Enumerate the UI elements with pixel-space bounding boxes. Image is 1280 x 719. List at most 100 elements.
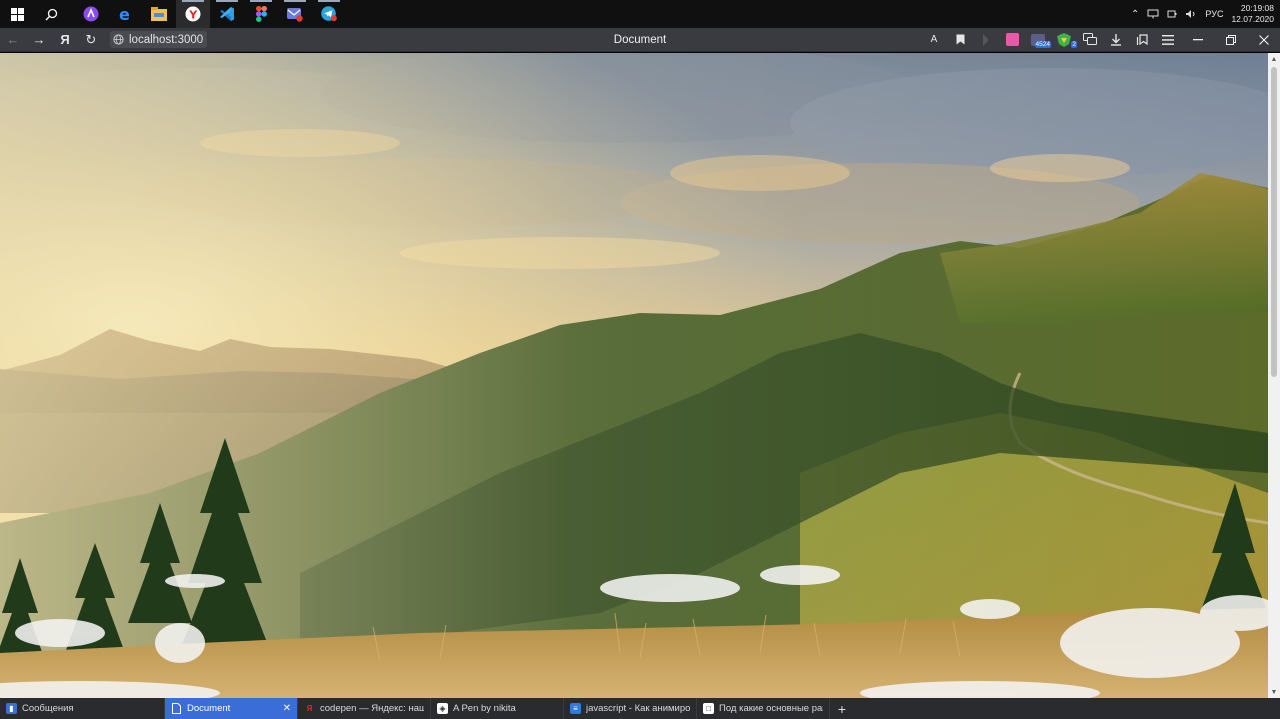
bookmark-icon — [956, 34, 964, 45]
scroll-down-icon[interactable]: ▼ — [1268, 686, 1280, 698]
taskbar-vscode-button[interactable] — [210, 0, 244, 28]
tab-title: Document — [187, 703, 231, 714]
restore-button[interactable] — [1214, 28, 1247, 52]
taskbar-edge-button[interactable]: e — [108, 0, 142, 28]
mail-icon — [287, 7, 303, 22]
figma-icon — [255, 6, 267, 22]
page-title: Document — [613, 33, 667, 46]
collections-button[interactable] — [1129, 28, 1155, 52]
arrow-left-icon: ← — [6, 32, 20, 47]
back-button[interactable]: ← — [0, 28, 26, 52]
tab-document[interactable]: Document ✕ — [165, 698, 298, 719]
document-icon — [171, 703, 182, 714]
extension-color-button[interactable] — [999, 28, 1025, 52]
tab-other-page[interactable]: □ Под какие основные раз — [697, 698, 830, 719]
chat-button[interactable] — [1077, 28, 1103, 52]
extension-counter-button[interactable]: 4524 — [1025, 28, 1051, 52]
close-window-button[interactable] — [1247, 28, 1280, 52]
plus-icon: + — [837, 700, 847, 717]
tray-clock[interactable]: 20:19:08 12.07.2020 — [1231, 3, 1274, 25]
hamburger-menu-icon — [1162, 34, 1174, 45]
yandex-logo-icon: Я — [60, 32, 70, 47]
scroll-up-icon[interactable]: ▲ — [1268, 53, 1280, 65]
windows-logo-icon — [10, 7, 24, 21]
tab-codepen-search[interactable]: Я codepen — Яндекс: нашло — [298, 698, 431, 719]
address-bar[interactable]: localhost:3000 — [110, 31, 208, 48]
taskbar-telegram-button[interactable] — [312, 0, 346, 28]
menu-button[interactable] — [1155, 28, 1181, 52]
stackoverflow-icon: ≡ — [570, 703, 581, 714]
system-tray: ⌃ РУС 20:19:08 12.07.2020 — [1131, 0, 1280, 28]
yandex-home-button[interactable]: Я — [52, 28, 78, 52]
extension-vpn-button[interactable]: 2 — [1051, 28, 1077, 52]
tab-messages[interactable]: ▮ Сообщения — [0, 698, 165, 719]
extension-badge: 4524 — [1034, 40, 1051, 48]
alice-assistant-icon — [83, 6, 99, 22]
yandex-icon: Я — [306, 704, 313, 713]
telegram-icon — [321, 6, 337, 22]
battery-icon[interactable] — [1167, 9, 1177, 19]
svg-text:Y: Y — [188, 9, 198, 22]
chevron-right-icon — [983, 33, 989, 46]
taskbar-yandex-browser-button[interactable]: Y — [176, 0, 210, 28]
windows-taskbar: e Y ⌃ РУС 20:19:08 12.07.2020 — [0, 0, 1280, 28]
tray-time: 20:19:08 — [1240, 3, 1274, 13]
toolbar-right: A 4524 2 — [921, 28, 1280, 52]
search-icon — [45, 8, 57, 20]
reload-button[interactable]: ↻ — [78, 28, 104, 52]
messages-icon: ▮ — [6, 703, 17, 714]
browser-tab-strip: ▮ Сообщения Document ✕ Я codepen — Яндек… — [0, 698, 1280, 719]
yandex-browser-icon: Y — [185, 6, 201, 22]
downloads-button[interactable] — [1103, 28, 1129, 52]
restore-icon — [1225, 34, 1236, 45]
volume-icon[interactable] — [1185, 9, 1197, 19]
tab-stackoverflow[interactable]: ≡ javascript - Как анимирова — [564, 698, 697, 719]
chat-icon — [1083, 33, 1097, 45]
tab-title: A Pen by nikita — [453, 703, 516, 714]
collections-icon — [1136, 33, 1148, 45]
taskbar-search-button[interactable] — [34, 0, 68, 28]
taskbar-alice-button[interactable] — [74, 0, 108, 28]
landscape-background-image — [0, 53, 1268, 698]
network-icon[interactable] — [1147, 9, 1159, 19]
tray-expand-icon[interactable]: ⌃ — [1131, 9, 1139, 20]
close-tab-icon[interactable]: ✕ — [283, 703, 291, 714]
close-icon — [1258, 34, 1269, 45]
extensions-separator — [973, 28, 999, 52]
translate-button[interactable]: A — [921, 28, 947, 52]
reload-icon: ↻ — [85, 31, 97, 47]
globe-icon — [113, 34, 124, 45]
new-tab-button[interactable]: + — [830, 698, 854, 719]
tray-date: 12.07.2020 — [1231, 14, 1274, 24]
codepen-icon: ◈ — [437, 703, 448, 714]
download-icon — [1111, 33, 1121, 46]
forward-button[interactable]: → — [26, 28, 52, 52]
bookmark-button[interactable] — [947, 28, 973, 52]
page-icon: □ — [703, 703, 714, 714]
tab-codepen-pen[interactable]: ◈ A Pen by nikita — [431, 698, 564, 719]
keyboard-language[interactable]: РУС — [1205, 9, 1223, 19]
tab-title: Под какие основные раз — [719, 703, 823, 714]
folder-icon — [151, 7, 167, 21]
scrollbar-thumb[interactable] — [1271, 67, 1277, 377]
address-url: localhost:3000 — [129, 33, 204, 46]
tab-title: codepen — Яндекс: нашло — [320, 703, 424, 714]
taskbar-figma-button[interactable] — [244, 0, 278, 28]
windows-start-button[interactable] — [0, 0, 34, 28]
minimize-button[interactable] — [1181, 28, 1214, 52]
arrow-right-icon: → — [32, 32, 46, 47]
minimize-icon — [1192, 38, 1203, 40]
color-picker-icon — [1005, 33, 1019, 46]
page-scrollbar[interactable]: ▲ ▼ — [1268, 53, 1280, 698]
translate-icon: A — [930, 34, 938, 45]
tab-title: Сообщения — [22, 703, 74, 714]
edge-icon: e — [119, 6, 130, 22]
taskbar-mail-button[interactable] — [278, 0, 312, 28]
vscode-icon — [220, 7, 234, 21]
browser-toolbar: ← → Я ↻ localhost:3000 Document A 4524 2 — [0, 28, 1280, 52]
tab-title: javascript - Как анимирова — [586, 703, 690, 714]
vpn-shield-icon — [1057, 32, 1071, 47]
page-viewport[interactable] — [0, 53, 1268, 698]
taskbar-explorer-button[interactable] — [142, 0, 176, 28]
svg-text:e: e — [119, 6, 130, 22]
